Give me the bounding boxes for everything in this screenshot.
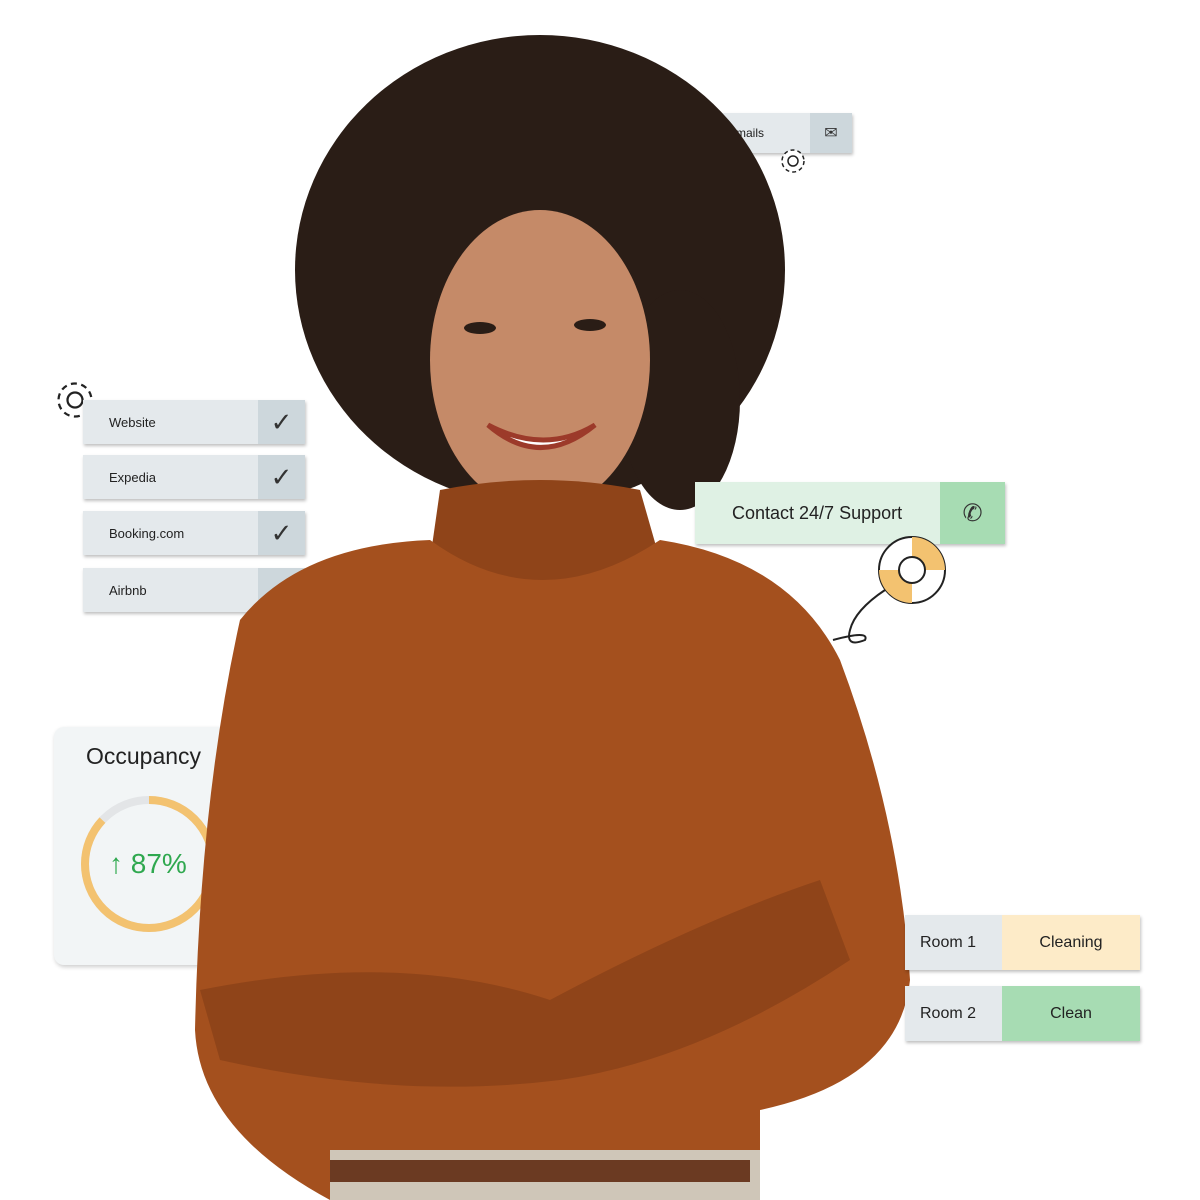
- lifebuoy-icon: [832, 536, 946, 644]
- room-status: Cleaning: [1002, 915, 1140, 970]
- room-row[interactable]: Room 1 Cleaning: [905, 915, 1140, 970]
- room-label: Room 1: [905, 915, 1002, 970]
- room-label: Room 2: [905, 986, 1002, 1041]
- room-status: Clean: [1002, 986, 1140, 1041]
- room-row[interactable]: Room 2 Clean: [905, 986, 1140, 1041]
- support-label: Contact 24/7 Support: [732, 502, 903, 523]
